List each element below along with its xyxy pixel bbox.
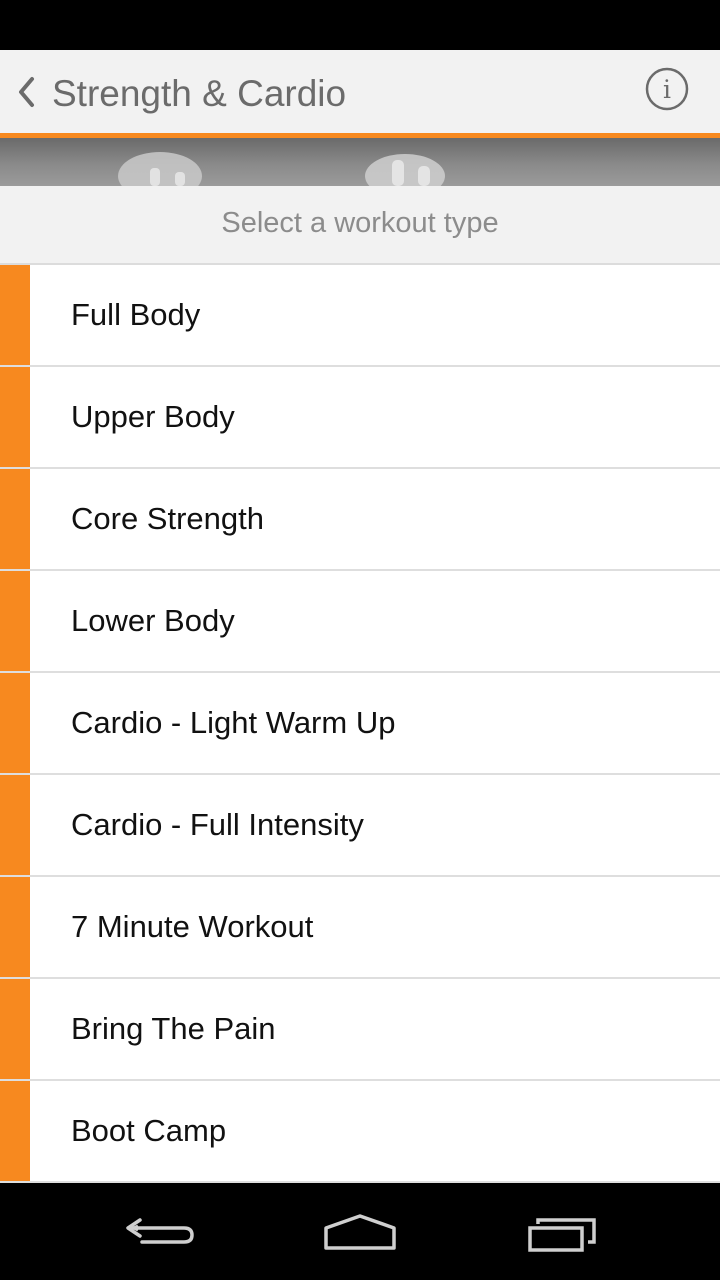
list-item-accent <box>0 265 30 365</box>
list-item-cardio-full-intensity[interactable]: Cardio - Full Intensity <box>0 775 720 877</box>
list-item-bring-the-pain[interactable]: Bring The Pain <box>0 979 720 1081</box>
list-item-accent <box>0 673 30 773</box>
info-icon[interactable]: i <box>645 67 689 111</box>
chevron-left-icon[interactable] <box>12 72 42 112</box>
list-item-label: Upper Body <box>71 399 235 434</box>
list-item-label: Boot Camp <box>71 1113 227 1148</box>
home-nav-icon[interactable] <box>320 1206 400 1262</box>
page-title: Strength & Cardio <box>52 73 347 114</box>
list-item-boot-camp[interactable]: Boot Camp <box>0 1081 720 1183</box>
list-item-accent <box>0 367 30 467</box>
list-item-accent <box>0 775 30 875</box>
status-bar <box>0 0 720 50</box>
subheader: Select a workout type <box>0 186 720 265</box>
list-item-accent <box>0 1081 30 1181</box>
list-item-accent <box>0 571 30 671</box>
list-item-label: Cardio - Full Intensity <box>71 807 364 842</box>
recents-nav-icon[interactable] <box>522 1206 602 1262</box>
list-item-label: Lower Body <box>71 603 235 638</box>
list-item-label: 7 Minute Workout <box>71 909 314 944</box>
list-item-7-minute-workout[interactable]: 7 Minute Workout <box>0 877 720 979</box>
list-item-label: Full Body <box>71 297 201 332</box>
list-item-accent <box>0 469 30 569</box>
list-item-core-strength[interactable]: Core Strength <box>0 469 720 571</box>
list-item-cardio-light-warm-up[interactable]: Cardio - Light Warm Up <box>0 673 720 775</box>
banner-photo <box>118 152 445 186</box>
list-item-accent <box>0 877 30 977</box>
list-item-label: Bring The Pain <box>71 1011 276 1046</box>
list-item-accent <box>0 979 30 1079</box>
svg-text:i: i <box>663 75 671 104</box>
list-item-upper-body[interactable]: Upper Body <box>0 367 720 469</box>
list-item-full-body[interactable]: Full Body <box>0 265 720 367</box>
list-item-label: Core Strength <box>71 501 264 536</box>
list-item-label: Cardio - Light Warm Up <box>71 705 396 740</box>
list-item-lower-body[interactable]: Lower Body <box>0 571 720 673</box>
workout-list: Full Body Upper Body Core Strength Lower… <box>0 265 720 1183</box>
subheader-text: Select a workout type <box>221 207 499 239</box>
header-banner-image <box>0 138 720 186</box>
back-nav-icon[interactable] <box>120 1206 200 1262</box>
